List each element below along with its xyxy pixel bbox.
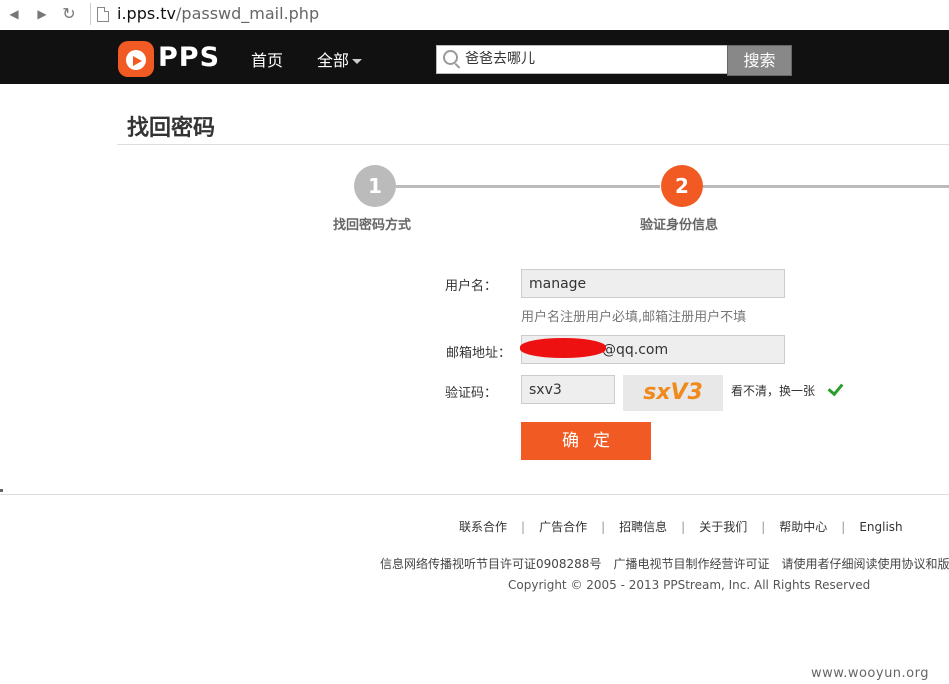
nav-all-label: 全部 (317, 51, 350, 70)
play-logo-icon (118, 41, 154, 77)
username-field[interactable]: manage (521, 269, 785, 298)
captcha-input[interactable]: sxv3 (521, 375, 615, 404)
page-icon (97, 7, 109, 22)
footer-separator: | (761, 520, 766, 534)
footer-separator: | (601, 520, 606, 534)
submit-button[interactable]: 确定 (521, 422, 651, 460)
watermark-text: www.wooyun.org (811, 666, 930, 681)
step-connector (396, 185, 660, 188)
step-2-circle: 2 (661, 165, 703, 207)
reload-icon[interactable]: ↻ (61, 6, 77, 22)
footer-separator: | (681, 520, 686, 534)
license-item[interactable]: 请使用者仔细阅读使用协议和版 (781, 557, 949, 571)
nav-home-link[interactable]: 首页 (251, 47, 283, 71)
title-divider (117, 144, 949, 145)
footer-link-about[interactable]: 关于我们 (699, 520, 747, 534)
step-2-label: 验证身份信息 (640, 218, 719, 233)
license-item[interactable]: 信息网络传播视听节目许可证0908288号 (380, 557, 601, 571)
copyright-text: Copyright © 2005 - 2013 PPStream, Inc. A… (508, 578, 871, 592)
username-label: 用户名： (444, 279, 497, 294)
search-button[interactable]: 搜索 (727, 45, 792, 76)
forward-icon[interactable]: ▶ (34, 6, 50, 22)
captcha-image[interactable]: sxV3 (623, 375, 723, 411)
search-icon (443, 50, 458, 65)
footer-link-help[interactable]: 帮助中心 (779, 520, 827, 534)
license-item[interactable]: 广播电视节目制作经营许可证 (613, 557, 769, 571)
footer-link-contact[interactable]: 联系合作 (459, 520, 507, 534)
search-input[interactable] (465, 46, 720, 73)
footer-link-ads[interactable]: 广告合作 (539, 520, 587, 534)
footer-link-jobs[interactable]: 招聘信息 (619, 520, 667, 534)
captcha-label: 验证码： (444, 386, 497, 401)
step-1-circle: 1 (354, 165, 396, 207)
logo-text: PPS (158, 42, 221, 73)
scroll-mark (0, 489, 3, 492)
step-1-label: 找回密码方式 (333, 218, 412, 233)
refresh-captcha-link[interactable]: 看不清，换一张 (731, 382, 815, 399)
footer-separator: | (521, 520, 526, 534)
address-bar[interactable]: i.pps.tv/passwd_mail.php (90, 3, 949, 25)
search-box[interactable] (436, 45, 728, 74)
url-text: i.pps.tv/passwd_mail.php (117, 4, 320, 23)
browser-toolbar: ◀ ▶ ↻ i.pps.tv/passwd_mail.php (0, 0, 949, 31)
license-line: 信息网络传播视听节目许可证0908288号 广播电视节目制作经营许可证 请使用者仔细… (380, 555, 949, 572)
nav-all-menu[interactable]: 全部 (317, 47, 363, 71)
chevron-down-icon (352, 59, 363, 64)
check-icon (827, 379, 844, 397)
footer-separator: | (841, 520, 846, 534)
back-icon[interactable]: ◀ (6, 6, 22, 22)
step-connector (703, 185, 949, 188)
footer-links: 联系合作 | 广告合作 | 招聘信息 | 关于我们 | 帮助中心 | English (459, 518, 903, 535)
email-label: 邮箱地址： (445, 346, 511, 361)
footer-link-english[interactable]: English (859, 520, 902, 534)
username-hint: 用户名注册用户必填,邮箱注册用户不填 (521, 310, 747, 325)
page-title: 找回密码 (127, 116, 216, 141)
footer-divider (0, 494, 949, 495)
redaction-mark (520, 338, 606, 358)
